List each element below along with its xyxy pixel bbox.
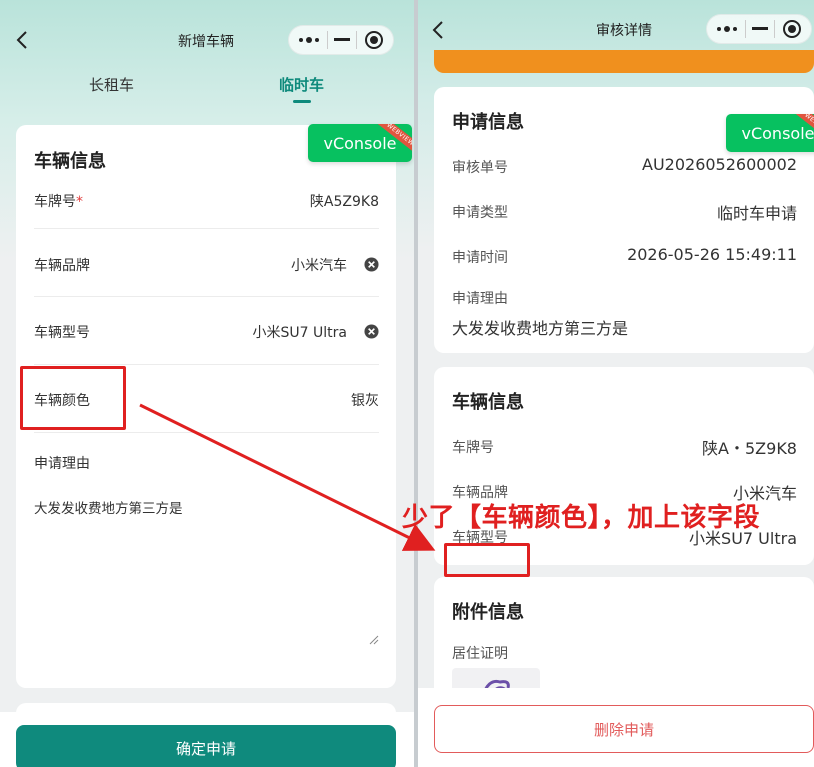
annotation-arrow	[139, 403, 436, 551]
annotation-text: 少了【车辆颜色】，加上该字段	[402, 503, 761, 533]
